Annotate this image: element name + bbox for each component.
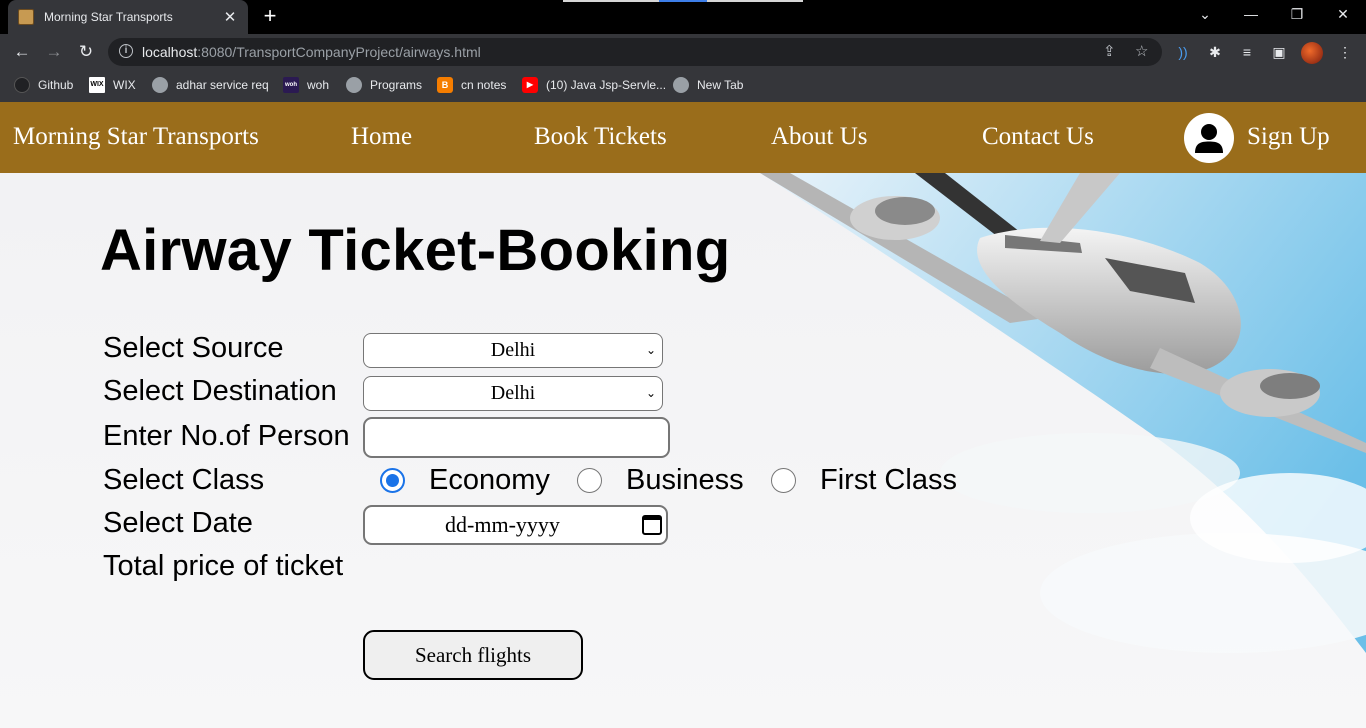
globe-icon [673, 77, 689, 93]
bookmark-new-tab[interactable]: New Tab [673, 77, 743, 93]
bookmark-github[interactable]: Github [14, 77, 73, 93]
nav-home-link[interactable]: Home [351, 123, 412, 151]
wix-icon: WIX [89, 77, 105, 93]
user-avatar-icon[interactable] [1184, 113, 1234, 163]
github-icon [14, 77, 30, 93]
source-label: Select Source [103, 332, 284, 364]
bookmark-woh[interactable]: woh woh [283, 77, 329, 93]
forward-button[interactable]: → [43, 41, 65, 63]
extension-audio-icon[interactable]: )) [1174, 43, 1192, 61]
persons-label: Enter No.of Person [103, 420, 350, 452]
search-flights-button[interactable]: Search flights [363, 630, 583, 680]
source-select[interactable]: Delhi ⌄ [363, 333, 663, 368]
bookmark-label: WIX [113, 78, 136, 92]
booking-page: Airway Ticket-Booking Select Source Delh… [0, 173, 1366, 728]
restore-button[interactable]: ❐ [1282, 6, 1312, 23]
woh-icon: woh [283, 77, 299, 93]
profile-avatar[interactable] [1301, 42, 1323, 64]
extensions-puzzle-icon[interactable]: ✱ [1206, 43, 1224, 61]
bookmark-star-icon[interactable]: ☆ [1135, 42, 1148, 60]
url-text: localhost:8080/TransportCompanyProject/a… [142, 44, 481, 60]
date-placeholder: dd-mm-yyyy [445, 512, 560, 537]
class-economy-label: Economy [429, 464, 550, 496]
nav-book-tickets-link[interactable]: Book Tickets [534, 123, 667, 151]
blogger-icon: B [437, 77, 453, 93]
destination-label: Select Destination [103, 375, 337, 407]
globe-icon [346, 77, 362, 93]
bookmark-programs[interactable]: Programs [346, 77, 422, 93]
nav-contact-us-link[interactable]: Contact Us [982, 123, 1094, 151]
class-first-class-radio[interactable] [771, 468, 796, 493]
side-panel-icon[interactable]: ▣ [1270, 43, 1288, 61]
bookmark-label: New Tab [697, 78, 744, 92]
class-first-class-label: First Class [820, 464, 957, 496]
browser-tab[interactable]: Morning Star Transports ✕ [8, 0, 248, 34]
persons-input[interactable] [363, 417, 670, 458]
close-window-button[interactable]: ✕ [1328, 6, 1358, 23]
total-price-label: Total price of ticket [103, 550, 344, 582]
tab-close-icon[interactable]: ✕ [222, 8, 238, 26]
reading-list-icon[interactable]: ≡ [1238, 43, 1256, 61]
calendar-icon[interactable] [642, 515, 662, 535]
tab-title: Morning Star Transports [44, 10, 173, 24]
site-navbar: Morning Star Transports Home Book Ticket… [0, 102, 1366, 173]
class-economy-radio[interactable] [380, 468, 405, 493]
browser-tab-strip: Morning Star Transports ✕ + ⌄ — ❐ ✕ [0, 0, 1366, 34]
destination-selected-value: Delhi [490, 382, 536, 404]
screen-share-strip [563, 0, 803, 2]
class-business-radio[interactable] [577, 468, 602, 493]
new-tab-button[interactable]: + [258, 4, 282, 28]
destination-select[interactable]: Delhi ⌄ [363, 376, 663, 411]
bookmark-label: adhar service req [176, 78, 269, 92]
bookmark-label: cn notes [461, 78, 507, 92]
class-label: Select Class [103, 464, 265, 496]
date-label: Select Date [103, 507, 253, 539]
bookmark-label: (10) Java Jsp-Servle... [546, 78, 667, 92]
chevron-down-icon: ⌄ [645, 386, 656, 400]
class-business-label: Business [626, 464, 744, 496]
bookmark-java-jsp[interactable]: ▶ (10) Java Jsp-Servle... [522, 77, 666, 93]
browser-toolbar: ← → ↻ i localhost:8080/TransportCompanyP… [0, 34, 1366, 70]
page-title: Airway Ticket-Booking [100, 218, 731, 283]
date-input[interactable]: dd-mm-yyyy [363, 505, 668, 545]
bookmark-cn-notes[interactable]: B cn notes [437, 77, 506, 93]
menu-kebab-icon[interactable]: ⋮ [1336, 43, 1354, 61]
bookmark-label: woh [307, 78, 330, 92]
youtube-icon: ▶ [522, 77, 538, 93]
globe-icon [152, 77, 168, 93]
source-selected-value: Delhi [490, 339, 536, 361]
back-button[interactable]: ← [11, 41, 33, 63]
tab-search-icon[interactable]: ⌄ [1190, 6, 1220, 23]
bookmark-label: Github [38, 78, 74, 92]
bookmarks-bar: Github WIX WIX adhar service req woh woh… [0, 70, 1366, 102]
nav-about-us-link[interactable]: About Us [771, 123, 868, 151]
address-bar[interactable]: i localhost:8080/TransportCompanyProject… [108, 38, 1162, 66]
minimize-button[interactable]: — [1236, 6, 1266, 22]
sign-up-link[interactable]: Sign Up [1247, 123, 1330, 151]
site-info-icon[interactable]: i [119, 44, 133, 58]
site-favicon-icon [18, 9, 34, 25]
bookmark-wix[interactable]: WIX WIX [89, 77, 136, 93]
chevron-down-icon: ⌄ [645, 343, 656, 357]
bookmark-adhar[interactable]: adhar service req [152, 77, 269, 93]
bookmark-label: Programs [370, 78, 423, 92]
reload-button[interactable]: ↻ [75, 41, 97, 63]
brand-link[interactable]: Morning Star Transports [13, 123, 259, 151]
share-icon[interactable]: ⇪ [1103, 42, 1116, 60]
